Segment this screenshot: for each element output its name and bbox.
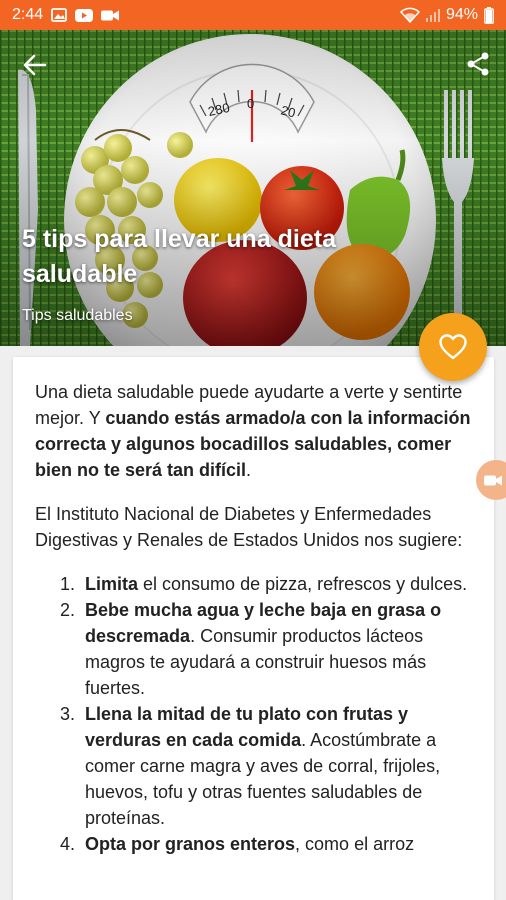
heart-icon [439, 334, 467, 360]
list-item-number: 2. [60, 600, 76, 620]
list-item: 4. Opta por granos enteros, como el arro… [35, 831, 472, 857]
article-category[interactable]: Tips saludables [22, 307, 133, 325]
status-time: 2:44 [12, 6, 44, 23]
share-icon [467, 52, 489, 76]
back-button[interactable] [20, 50, 50, 80]
intro-end: . [246, 460, 252, 480]
gallery-icon [51, 8, 68, 22]
list-item-bold: Limita [85, 574, 139, 594]
youtube-icon [75, 8, 94, 22]
status-bar: 2:44 94% [0, 0, 506, 30]
share-button[interactable] [464, 50, 492, 78]
back-arrow-icon [23, 54, 47, 76]
list-item: 2. Bebe mucha agua y leche baja en grasa… [35, 597, 472, 701]
list-item: 1. Limita el consumo de pizza, refrescos… [35, 571, 472, 597]
list-item-number: 3. [60, 704, 76, 724]
signal-icon [425, 8, 440, 22]
battery-icon [484, 6, 494, 24]
article-source: El Instituto Nacional de Diabetes y Enfe… [35, 504, 463, 550]
list-item-number: 4. [60, 834, 76, 854]
tips-list: 1. Limita el consumo de pizza, refrescos… [35, 571, 472, 857]
article-intro: Una dieta saludable puede ayudarte a ver… [35, 379, 472, 483]
battery-percent: 94% [445, 6, 478, 23]
article-header-image: 280 0 20 5 tips para llevar una dieta sa… [0, 30, 506, 346]
scale-number-center: 0 [247, 96, 255, 111]
list-item: 3. Llena la mitad de tu plato con frutas… [35, 701, 472, 831]
video-icon [101, 9, 120, 22]
video-camera-icon [484, 475, 502, 485]
article-body: Una dieta saludable puede ayudarte a ver… [13, 357, 494, 900]
wifi-icon [399, 7, 420, 23]
image-overlay [0, 30, 506, 346]
list-item-text: el consumo de pizza, refrescos y dulces. [138, 574, 468, 594]
list-item-text: , como el arroz [295, 834, 415, 854]
favorite-button[interactable] [419, 313, 487, 381]
article-title: 5 tips para llevar una dieta saludable [22, 225, 337, 288]
list-item-number: 1. [60, 574, 76, 594]
list-item-bold: Opta por granos enteros [85, 834, 296, 854]
